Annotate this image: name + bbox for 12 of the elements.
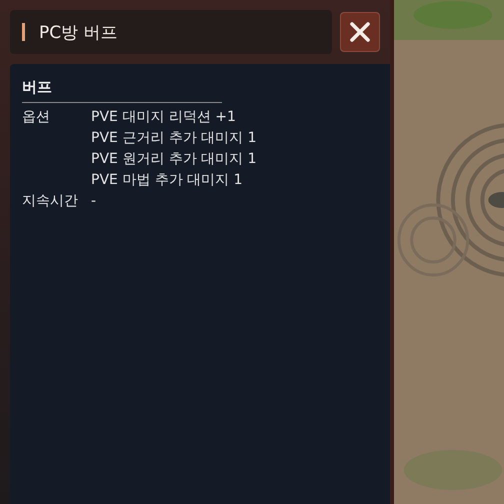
row-label: 지속시간 <box>22 192 79 211</box>
close-icon <box>349 21 371 43</box>
row-label: 옵션 <box>22 108 51 127</box>
row-value: PVE 대미지 리덕션 +1 <box>91 108 237 127</box>
row-value: PVE 마법 추가 대미지 1 <box>91 171 244 190</box>
close-button[interactable] <box>340 12 380 52</box>
accent-mark <box>22 23 25 41</box>
row-value: PVE 근거리 추가 대미지 1 <box>91 129 257 148</box>
section-heading: 버프 <box>22 78 53 97</box>
window-title: PC방 버프 <box>39 22 118 44</box>
row-value: - <box>91 192 96 211</box>
row-value: PVE 원거리 추가 대미지 1 <box>91 150 257 169</box>
